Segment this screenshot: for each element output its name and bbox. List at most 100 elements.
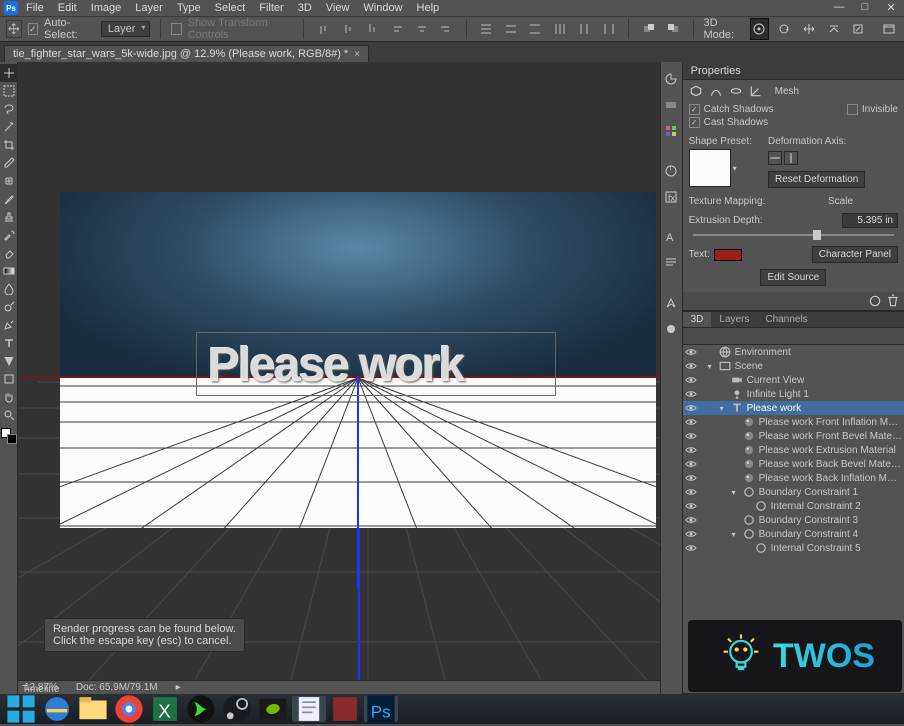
- taskbar-explorer-icon[interactable]: [76, 696, 110, 722]
- menu-file[interactable]: File: [20, 2, 50, 14]
- tree-row[interactable]: Infinite Light 1: [683, 387, 904, 401]
- distribute-left-icon[interactable]: [551, 18, 570, 40]
- visibility-eye-icon[interactable]: [685, 416, 697, 428]
- move-tool[interactable]: [0, 64, 18, 82]
- menu-select[interactable]: Select: [209, 2, 252, 14]
- 3d-text-object[interactable]: Please work: [208, 338, 464, 393]
- lasso-tool[interactable]: [0, 100, 18, 118]
- visibility-eye-icon[interactable]: [685, 346, 697, 358]
- character-panel-button[interactable]: Character Panel: [812, 246, 898, 263]
- properties-tab[interactable]: Properties: [683, 62, 904, 80]
- visibility-eye-icon[interactable]: [685, 542, 697, 554]
- distribute-bottom-icon[interactable]: [526, 18, 545, 40]
- zoom-tool[interactable]: [0, 406, 18, 424]
- tree-row[interactable]: Boundary Constraint 3: [683, 513, 904, 527]
- align-hcenter-icon[interactable]: [412, 18, 431, 40]
- tab-layers[interactable]: Layers: [711, 312, 757, 327]
- props-deform-icon[interactable]: [709, 84, 723, 98]
- taskbar-nvidia-icon[interactable]: [256, 696, 290, 722]
- auto-select-checkbox[interactable]: [28, 23, 38, 35]
- menu-window[interactable]: Window: [357, 2, 408, 14]
- taskbar-app-icon[interactable]: [328, 696, 362, 722]
- distribute-hcenter-icon[interactable]: [575, 18, 594, 40]
- trash-icon[interactable]: [886, 294, 900, 308]
- tree-row[interactable]: ▾Boundary Constraint 1: [683, 485, 904, 499]
- render-icon[interactable]: [868, 294, 882, 308]
- axis-vertical-icon[interactable]: [784, 151, 798, 165]
- pen-tool[interactable]: [0, 316, 18, 334]
- crop-tool[interactable]: [0, 136, 18, 154]
- start-button[interactable]: [4, 696, 38, 722]
- tree-row[interactable]: Current View: [683, 373, 904, 387]
- menu-view[interactable]: View: [320, 2, 356, 14]
- tree-row[interactable]: Please work Extrusion Material: [683, 443, 904, 457]
- gradient-tool[interactable]: [0, 262, 18, 280]
- stamp-tool[interactable]: [0, 208, 18, 226]
- align-right-icon[interactable]: [437, 18, 456, 40]
- expander-icon[interactable]: ▾: [729, 488, 739, 497]
- chevron-down-icon[interactable]: ▾: [733, 164, 737, 173]
- tree-row[interactable]: Please work Back Bevel Mate…: [683, 457, 904, 471]
- menu-help[interactable]: Help: [411, 2, 446, 14]
- tree-row[interactable]: Please work Front Inflation M…: [683, 415, 904, 429]
- align-vcenter-icon[interactable]: [338, 18, 357, 40]
- blur-tool[interactable]: [0, 280, 18, 298]
- catch-shadows-checkbox[interactable]: [689, 104, 700, 115]
- visibility-eye-icon[interactable]: [685, 458, 697, 470]
- distribute-right-icon[interactable]: [600, 18, 619, 40]
- eyedropper-tool[interactable]: [0, 154, 18, 172]
- eraser-tool[interactable]: [0, 244, 18, 262]
- history-brush-tool[interactable]: [0, 226, 18, 244]
- show-transform-checkbox[interactable]: [171, 23, 181, 35]
- document-tab[interactable]: tie_fighter_star_wars_5k-wide.jpg @ 12.9…: [4, 45, 369, 62]
- menu-image[interactable]: Image: [85, 2, 128, 14]
- visibility-eye-icon[interactable]: [685, 472, 697, 484]
- dock-history-icon[interactable]: [660, 68, 682, 90]
- background-color[interactable]: [7, 434, 17, 444]
- marquee-tool[interactable]: [0, 82, 18, 100]
- expander-icon[interactable]: ▾: [729, 530, 739, 539]
- menu-type[interactable]: Type: [171, 2, 207, 14]
- cast-shadows-checkbox[interactable]: [689, 117, 700, 128]
- taskbar-razer-icon[interactable]: [184, 696, 218, 722]
- taskbar-excel-icon[interactable]: X: [148, 696, 182, 722]
- tree-row[interactable]: Please work Back Inflation M…: [683, 471, 904, 485]
- arrange-front-icon[interactable]: [639, 18, 658, 40]
- arrange-back-icon[interactable]: [664, 18, 683, 40]
- auto-select-target[interactable]: Layer: [101, 21, 151, 37]
- menu-edit[interactable]: Edit: [52, 2, 83, 14]
- visibility-eye-icon[interactable]: [685, 528, 697, 540]
- path-tool[interactable]: [0, 352, 18, 370]
- extrusion-depth-input[interactable]: 5.395 in: [842, 213, 898, 228]
- reset-deformation-button[interactable]: Reset Deformation: [768, 171, 865, 188]
- tree-row[interactable]: ▾Boundary Constraint 4: [683, 527, 904, 541]
- 3d-pan-icon[interactable]: [800, 18, 819, 40]
- visibility-eye-icon[interactable]: [685, 486, 697, 498]
- dock-adjustments-icon[interactable]: [660, 160, 682, 182]
- props-coords-icon[interactable]: [749, 84, 763, 98]
- window-minimize[interactable]: —: [828, 0, 850, 14]
- visibility-eye-icon[interactable]: [685, 402, 697, 414]
- color-swatches[interactable]: [1, 428, 17, 444]
- align-top-icon[interactable]: [314, 18, 333, 40]
- expander-icon[interactable]: ▾: [705, 362, 715, 371]
- window-restore[interactable]: □: [854, 0, 876, 14]
- distribute-vcenter-icon[interactable]: [501, 18, 520, 40]
- tree-row[interactable]: Environment: [683, 345, 904, 359]
- dock-brush-icon[interactable]: [660, 318, 682, 340]
- window-close[interactable]: ✕: [880, 0, 902, 14]
- tree-row[interactable]: ▾Scene: [683, 359, 904, 373]
- 3d-orbit-icon[interactable]: [750, 18, 769, 40]
- props-mesh-icon[interactable]: [689, 84, 703, 98]
- visibility-eye-icon[interactable]: [685, 388, 697, 400]
- tree-row[interactable]: Internal Constraint 5: [683, 541, 904, 555]
- dodge-tool[interactable]: [0, 298, 18, 316]
- taskbar-ie-icon[interactable]: [40, 696, 74, 722]
- 3d-scale-icon[interactable]: [849, 18, 868, 40]
- type-tool[interactable]: [0, 334, 18, 352]
- axis-horizontal-icon[interactable]: [768, 151, 782, 165]
- menu-filter[interactable]: Filter: [253, 2, 289, 14]
- workspace-switcher-icon[interactable]: [879, 18, 898, 40]
- dock-color-icon[interactable]: [660, 94, 682, 116]
- tree-row[interactable]: Internal Constraint 2: [683, 499, 904, 513]
